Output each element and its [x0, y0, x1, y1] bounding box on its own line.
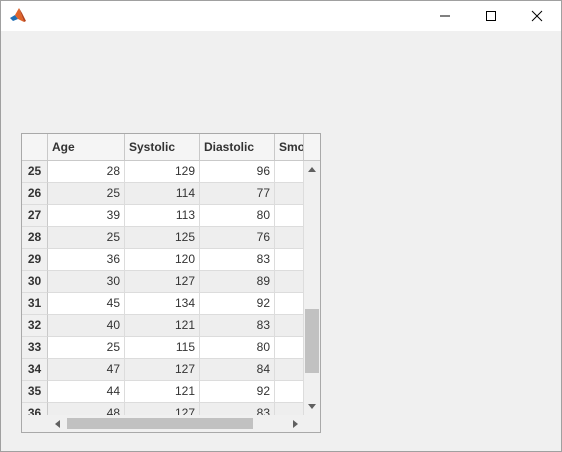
- column-header-systolic[interactable]: Systolic: [125, 134, 200, 160]
- table-cell[interactable]: 134: [125, 293, 200, 315]
- table-cell[interactable]: [275, 315, 304, 337]
- table-cell[interactable]: 25: [48, 337, 125, 359]
- row-header[interactable]: 34: [22, 359, 48, 381]
- table-cell[interactable]: [275, 183, 304, 205]
- table-cell[interactable]: 48: [48, 403, 125, 415]
- maximize-icon: [486, 11, 496, 21]
- table-cell[interactable]: 89: [200, 271, 275, 293]
- table-cell[interactable]: 83: [200, 315, 275, 337]
- row-header[interactable]: 32: [22, 315, 48, 337]
- column-header-age[interactable]: Age: [48, 134, 125, 160]
- table-cell[interactable]: 44: [48, 381, 125, 403]
- minimize-button[interactable]: [422, 1, 468, 31]
- column-header-diastolic[interactable]: Diastolic: [200, 134, 275, 160]
- row-header[interactable]: 26: [22, 183, 48, 205]
- table-cell[interactable]: 80: [200, 337, 275, 359]
- close-icon: [531, 10, 543, 22]
- table-cell[interactable]: 39: [48, 205, 125, 227]
- row-header[interactable]: 25: [22, 161, 48, 183]
- table-cell[interactable]: 120: [125, 249, 200, 271]
- table-header: Age Systolic Diastolic Smo: [22, 134, 320, 161]
- row-header[interactable]: 30: [22, 271, 48, 293]
- table-row[interactable]: 36 48 127 83: [22, 403, 304, 415]
- table-cell[interactable]: 114: [125, 183, 200, 205]
- matlab-logo-icon: [10, 8, 26, 22]
- table-cell[interactable]: [275, 403, 304, 415]
- table-cell[interactable]: 47: [48, 359, 125, 381]
- table-cell[interactable]: [275, 227, 304, 249]
- table-cell[interactable]: 76: [200, 227, 275, 249]
- table-row[interactable]: 27 39 113 80: [22, 205, 304, 227]
- table-cell[interactable]: 92: [200, 293, 275, 315]
- column-header-smoker[interactable]: Smo: [275, 134, 304, 160]
- scroll-corner-left: [22, 415, 48, 432]
- table-cell[interactable]: 25: [48, 227, 125, 249]
- scroll-down-arrow-icon[interactable]: [308, 404, 316, 409]
- table-cell[interactable]: 129: [125, 161, 200, 183]
- table-row[interactable]: 35 44 121 92: [22, 381, 304, 403]
- table-cell[interactable]: 40: [48, 315, 125, 337]
- table-cell[interactable]: [275, 271, 304, 293]
- vertical-scroll-thumb[interactable]: [305, 309, 319, 373]
- minimize-icon: [440, 15, 450, 17]
- data-table[interactable]: Age Systolic Diastolic Smo 25 28 129 96 26 25…: [21, 133, 321, 433]
- table-row[interactable]: 25 28 129 96: [22, 161, 304, 183]
- table-row[interactable]: 30 30 127 89: [22, 271, 304, 293]
- row-header[interactable]: 35: [22, 381, 48, 403]
- table-cell[interactable]: [275, 359, 304, 381]
- table-cell[interactable]: [275, 205, 304, 227]
- table-cell[interactable]: 83: [200, 249, 275, 271]
- table-cell[interactable]: 127: [125, 403, 200, 415]
- table-cell[interactable]: 28: [48, 161, 125, 183]
- maximize-button[interactable]: [468, 1, 514, 31]
- app-window: Age Systolic Diastolic Smo 25 28 129 96 26 25…: [0, 0, 562, 452]
- vertical-scrollbar[interactable]: [304, 161, 320, 415]
- row-header[interactable]: 31: [22, 293, 48, 315]
- horizontal-scroll-thumb[interactable]: [67, 418, 253, 429]
- table-cell[interactable]: 80: [200, 205, 275, 227]
- scroll-corner-right: [304, 415, 320, 432]
- table-row[interactable]: 34 47 127 84: [22, 359, 304, 381]
- table-cell[interactable]: [275, 293, 304, 315]
- table-cell[interactable]: 121: [125, 381, 200, 403]
- table-cell[interactable]: [275, 161, 304, 183]
- table-cell[interactable]: 92: [200, 381, 275, 403]
- table-row[interactable]: 31 45 134 92: [22, 293, 304, 315]
- table-row[interactable]: 33 25 115 80: [22, 337, 304, 359]
- table-cell[interactable]: [275, 337, 304, 359]
- table-row[interactable]: 28 25 125 76: [22, 227, 304, 249]
- scroll-right-arrow-icon[interactable]: [293, 420, 298, 428]
- table-cell[interactable]: 30: [48, 271, 125, 293]
- horizontal-scrollbar[interactable]: [48, 415, 304, 432]
- table-cell[interactable]: 77: [200, 183, 275, 205]
- row-header[interactable]: 36: [22, 403, 48, 415]
- table-cell[interactable]: 36: [48, 249, 125, 271]
- scroll-left-arrow-icon[interactable]: [55, 420, 60, 428]
- table-cell[interactable]: 115: [125, 337, 200, 359]
- title-bar[interactable]: [1, 1, 561, 31]
- table-body: 25 28 129 96 26 25 114 77 27 39 113 80 28 25 125 76 29 36…: [22, 161, 304, 415]
- table-cell[interactable]: [275, 249, 304, 271]
- table-cell[interactable]: 84: [200, 359, 275, 381]
- table-cell[interactable]: 83: [200, 403, 275, 415]
- close-button[interactable]: [514, 1, 560, 31]
- table-row[interactable]: 29 36 120 83: [22, 249, 304, 271]
- table-cell[interactable]: 121: [125, 315, 200, 337]
- table-cell[interactable]: 127: [125, 271, 200, 293]
- row-header[interactable]: 27: [22, 205, 48, 227]
- table-cell[interactable]: 25: [48, 183, 125, 205]
- table-cell[interactable]: 125: [125, 227, 200, 249]
- table-row[interactable]: 26 25 114 77: [22, 183, 304, 205]
- row-header[interactable]: 29: [22, 249, 48, 271]
- header-corner: [22, 134, 48, 160]
- table-cell[interactable]: 96: [200, 161, 275, 183]
- table-row[interactable]: 32 40 121 83: [22, 315, 304, 337]
- table-cell[interactable]: 113: [125, 205, 200, 227]
- table-cell[interactable]: [275, 381, 304, 403]
- table-cell[interactable]: 127: [125, 359, 200, 381]
- scroll-up-arrow-icon[interactable]: [308, 167, 316, 172]
- row-header[interactable]: 28: [22, 227, 48, 249]
- row-header[interactable]: 33: [22, 337, 48, 359]
- table-cell[interactable]: 45: [48, 293, 125, 315]
